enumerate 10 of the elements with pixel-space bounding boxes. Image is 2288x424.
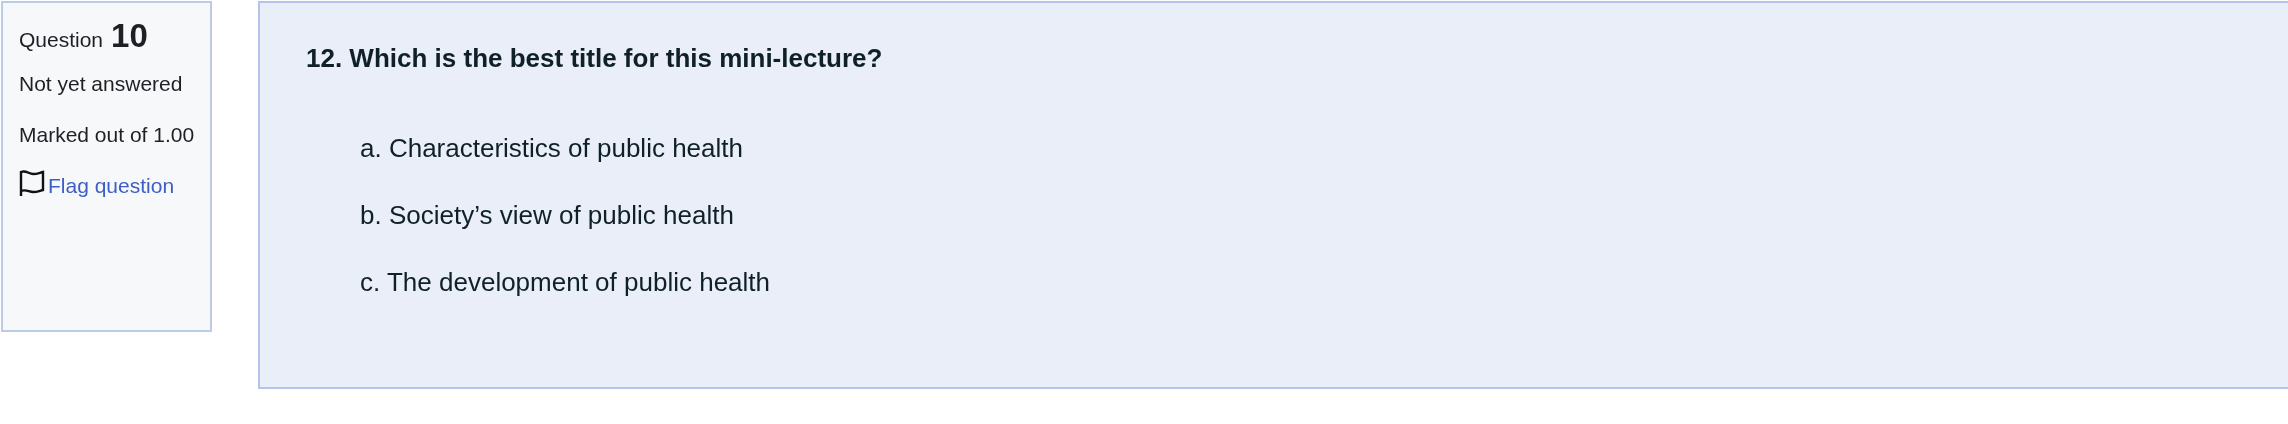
answer-option[interactable]: b. Society’s view of public health xyxy=(360,200,2288,230)
answer-option[interactable]: c. The development of public health xyxy=(360,267,2288,297)
flag-question-link[interactable]: Flag question xyxy=(48,174,175,197)
answer-option[interactable]: a. Characteristics of public health xyxy=(360,133,2288,163)
question-grade: Marked out of 1.00 xyxy=(19,122,195,148)
question-number: 10 xyxy=(111,17,148,55)
flag-icon[interactable] xyxy=(19,169,45,197)
question-label: Question xyxy=(19,28,104,52)
question-text: 12. Which is the best title for this mini-lecture? xyxy=(306,43,884,74)
question-status: Not yet answered xyxy=(19,71,184,97)
